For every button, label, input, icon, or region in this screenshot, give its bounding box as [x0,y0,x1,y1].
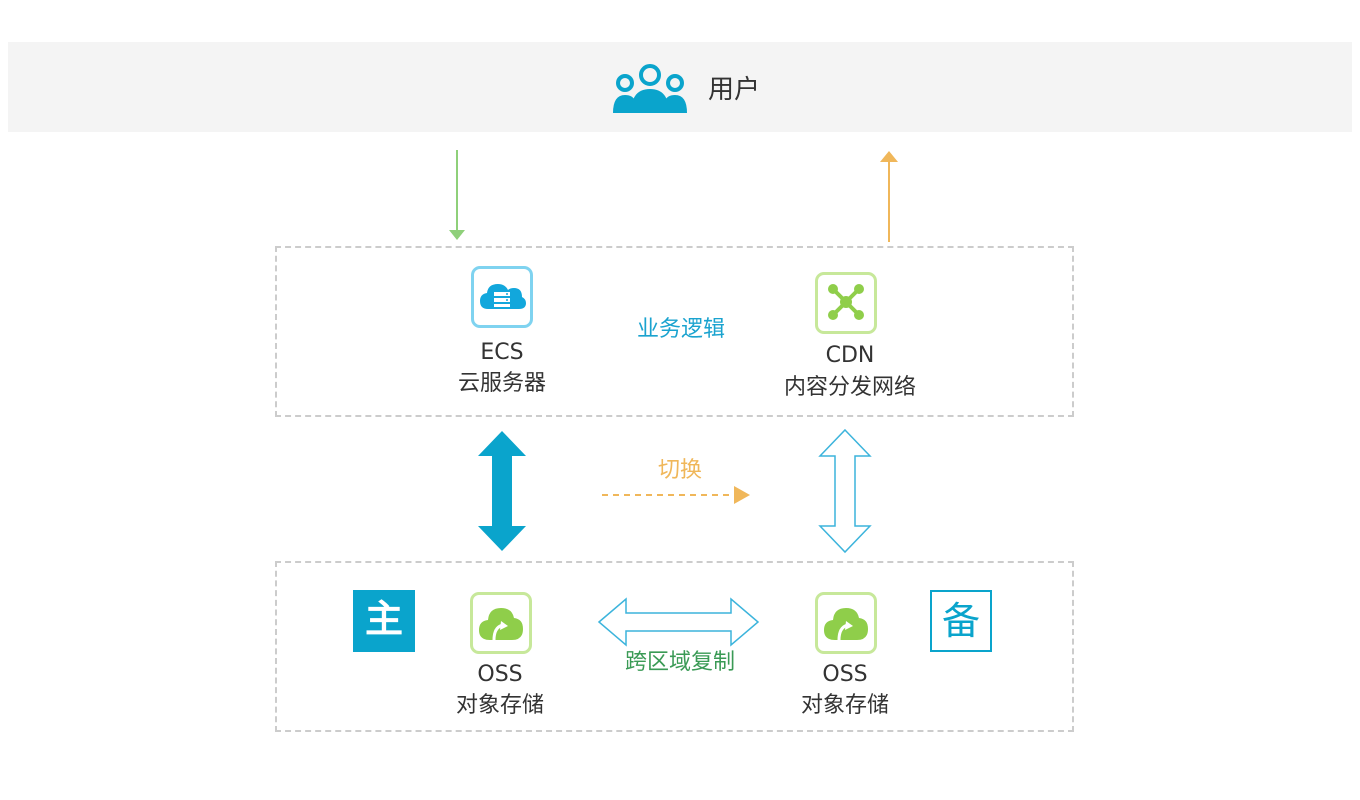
cdn-name: CDN [825,343,875,368]
cloud-server-icon [471,266,533,328]
backup-oss-name: OSS [822,662,868,687]
network-nodes-icon [815,272,877,334]
switch-dashed-arrow [602,486,750,504]
request-down-arrow [449,150,465,240]
backup-oss-desc: 对象存储 [800,693,889,718]
primary-oss-desc: 对象存储 [455,693,544,718]
oss-storage-icon-backup [815,592,877,654]
switch-label: 切换 [657,458,702,483]
oss-storage-icon [470,592,532,654]
ecs-name: ECS [480,340,524,365]
backup-badge: 备 [930,590,992,652]
primary-oss-name: OSS [477,662,523,687]
backup-link-hollow-arrow [818,428,872,554]
response-up-arrow [880,151,898,242]
ecs-desc: 云服务器 [457,371,546,396]
cross-region-replication-label: 跨区域复制 [624,650,735,675]
primary-badge: 主 [353,590,415,652]
business-logic-label: 业务逻辑 [636,317,725,342]
cdn-desc: 内容分发网络 [783,375,916,400]
primary-link-double-arrow [478,431,526,551]
